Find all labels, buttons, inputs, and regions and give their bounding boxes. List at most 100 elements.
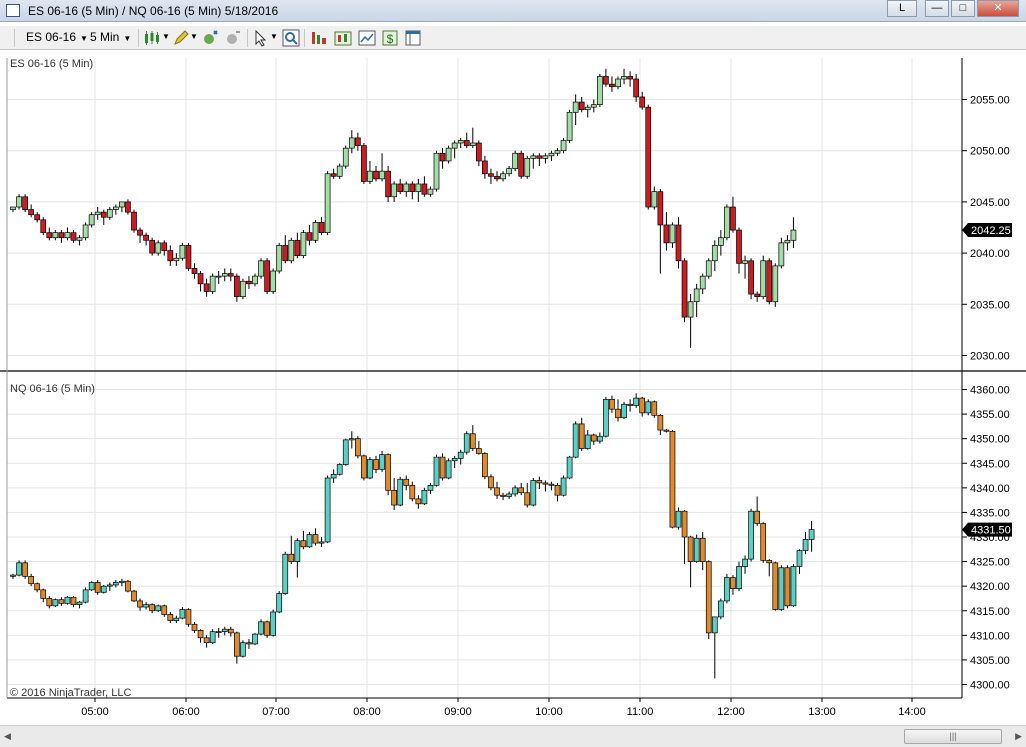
strategies-icon[interactable] [334,29,352,47]
candle-body [288,239,295,262]
nq-candle [52,598,59,608]
scrollbar-thumb[interactable]: ||| [904,729,1002,744]
candle-body [155,242,162,254]
candle-body [76,237,83,241]
candle-body [10,206,16,210]
minimize-button[interactable]: — [925,0,949,17]
nq-candle [385,453,391,496]
candle-body [179,245,186,259]
chevron-down-icon[interactable]: ▼ [162,32,170,41]
instrument-selector[interactable]: ES 06-16 ▼ [26,30,88,44]
candle-body [711,245,718,262]
panel-icon[interactable] [404,29,422,47]
candle-body [566,111,573,141]
candle-body [348,438,355,441]
candle-body [197,273,204,285]
pencil-draw-icon[interactable] [172,29,190,47]
candle-body [209,631,216,644]
nq-candle [748,508,754,562]
data-series-icon[interactable] [310,29,328,47]
nq-candle [433,454,440,487]
maximize-button[interactable]: □ [951,0,975,17]
candle-body [669,430,676,528]
candle-body [403,183,410,193]
add-indicator-icon[interactable] [201,29,219,47]
candle-body [197,630,204,639]
horizontal-scrollbar[interactable]: ◀ ||| ▶ [0,725,1026,747]
candle-body [603,398,609,437]
candle-body [373,459,379,470]
chevron-down-icon[interactable]: ▼ [190,32,198,41]
es-candle [209,273,216,295]
candle-body [143,604,149,608]
es-candle [240,278,246,300]
nq-candle [724,573,730,604]
candle-body [621,403,627,419]
candle-body [149,604,155,612]
candle-body [482,160,488,175]
last-price-label: 4331.50 [971,525,1011,537]
scroll-right-arrow-icon[interactable]: ▶ [1008,729,1022,743]
candle-body [717,600,724,618]
candle-body [131,211,137,231]
candle-body [167,614,174,621]
candle-body [119,580,125,583]
candle-body [16,196,22,208]
nq-candle [603,396,609,438]
candle-body [34,214,41,221]
es-candle [258,258,264,279]
remove-indicator-icon[interactable] [224,29,242,47]
chart-canvas[interactable]: 05:00 06:00 07:00 08:00 09:00 10:00 11:00 12:00… [0,50,1026,725]
nq-candle [64,596,71,605]
toolbar-grip [14,29,15,47]
es-candle [312,219,319,243]
candle-body [754,293,761,297]
candle-body [318,541,325,544]
money-icon[interactable]: $ [381,29,399,47]
candle-body [82,589,89,603]
chevron-down-icon[interactable]: ▼ [270,32,278,41]
scroll-left-arrow-icon[interactable]: ◀ [4,729,18,743]
candle-body [270,611,276,636]
candle-body [409,485,416,500]
es-candle [40,217,47,236]
zoom-icon[interactable] [282,29,300,47]
nq-candle [397,476,404,507]
candle-body [167,250,174,262]
candle-body [227,273,234,277]
candle-body [203,283,210,292]
chart-properties-icon[interactable] [358,29,376,47]
candle-body [760,523,767,561]
close-button[interactable]: ✕ [977,0,1019,17]
candle-body [361,455,367,479]
es-candle [324,171,331,236]
candle-body [191,268,198,274]
nq-candle [651,400,658,418]
time-tick-label: 07:00 [262,706,290,718]
interval-selector[interactable]: 5 Min ▼ [90,30,131,44]
candle-body [100,211,107,218]
es-panel-label: ES 06-16 (5 Min) [10,58,93,70]
svg-text:$: $ [387,32,394,46]
pointer-icon[interactable] [252,29,270,47]
nq-last-price-marker: 4331.50 [962,522,1012,537]
price-tick-label: 4340.00 [970,483,1010,495]
candle-body [748,260,754,295]
nq-candle [282,551,289,595]
candle-body [367,459,373,479]
candle-body [385,454,391,491]
candle-body [88,582,95,591]
candlestick-style-icon[interactable] [143,29,161,47]
candle-body [276,245,283,272]
candle-body [439,456,446,479]
es-candle [264,258,270,295]
nq-candle [572,421,579,459]
nq-candle [16,560,22,577]
candle-body [488,476,494,489]
es-candle [705,258,712,279]
link-button[interactable]: L [887,0,917,17]
candle-body [566,456,573,479]
candle-body [433,456,440,486]
candle-body [530,480,537,506]
candle-body [778,242,785,267]
